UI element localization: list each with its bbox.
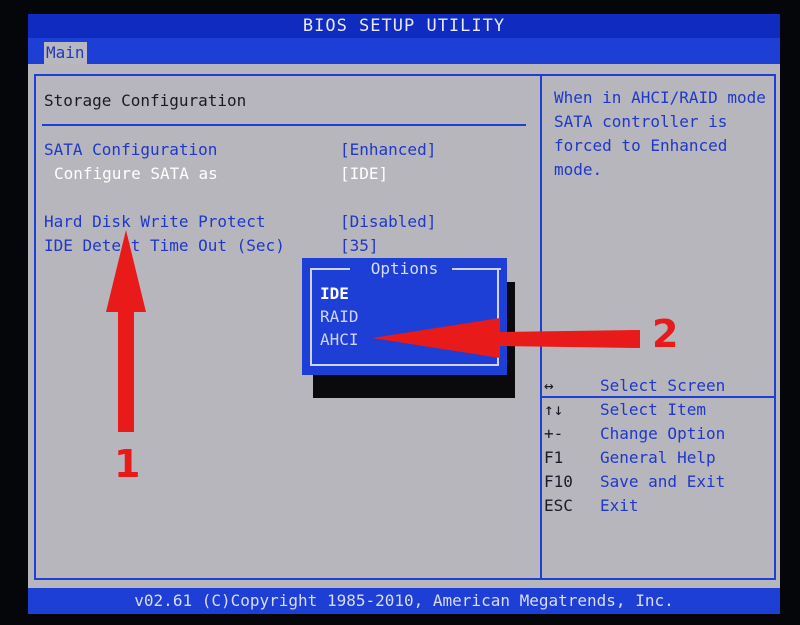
annotation-label-2: 2 xyxy=(652,312,679,356)
menu-bar: Main xyxy=(28,38,780,64)
popup-title: Options xyxy=(370,259,439,278)
key-desc-save-exit: Save and Exit xyxy=(600,472,726,491)
popup-option-raid[interactable]: RAID xyxy=(320,307,359,326)
key-desc-exit: Exit xyxy=(600,496,639,515)
copyright-footer: v02.61 (C)Copyright 1985-2010, American … xyxy=(28,588,780,614)
key-select-screen: ↔ xyxy=(544,376,554,395)
option-label-ide-detect-timeout[interactable]: IDE Detect Time Out (Sec) xyxy=(44,236,285,255)
key-desc-change-option: Change Option xyxy=(600,424,726,443)
annotation-label-1: 1 xyxy=(114,442,141,486)
key-change-option: +- xyxy=(544,424,564,443)
help-divider xyxy=(542,396,774,398)
option-label-configure-sata-as[interactable]: Configure SATA as xyxy=(54,164,218,183)
key-exit: ESC xyxy=(544,496,573,515)
tab-main[interactable]: Main xyxy=(44,42,87,64)
title-underline xyxy=(42,124,526,126)
panel-divider xyxy=(540,74,542,580)
key-select-item: ↑↓ xyxy=(544,400,564,419)
option-value-sata-configuration[interactable]: [Enhanced] xyxy=(340,140,436,159)
popup-option-ahci[interactable]: AHCI xyxy=(320,330,359,349)
option-value-hard-disk-write-protect[interactable]: [Disabled] xyxy=(340,212,436,231)
app-title: BIOS SETUP UTILITY xyxy=(28,14,780,38)
key-general-help: F1 xyxy=(544,448,564,467)
key-save-exit: F10 xyxy=(544,472,573,491)
key-desc-select-item: Select Item xyxy=(600,400,706,419)
option-value-ide-detect-timeout[interactable]: [35] xyxy=(340,236,379,255)
page-title: Storage Configuration xyxy=(44,91,247,110)
option-label-hard-disk-write-protect[interactable]: Hard Disk Write Protect xyxy=(44,212,266,231)
key-desc-select-screen: Select Screen xyxy=(600,376,726,395)
key-desc-general-help: General Help xyxy=(600,448,716,467)
popup-option-ide[interactable]: IDE xyxy=(320,284,349,303)
help-text: When in AHCI/RAID mode SATA controller i… xyxy=(554,88,766,179)
option-value-configure-sata-as[interactable]: [IDE] xyxy=(340,164,388,183)
option-label-sata-configuration[interactable]: SATA Configuration xyxy=(44,140,217,159)
options-popup: Options IDE RAID AHCI xyxy=(302,258,507,375)
